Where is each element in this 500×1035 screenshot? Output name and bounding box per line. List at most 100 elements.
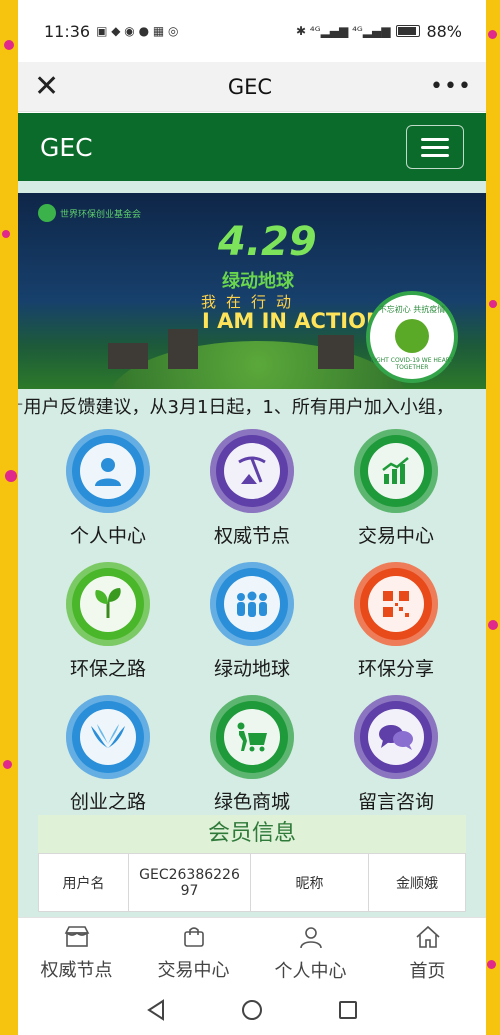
nickname-label: 昵称 [250,853,369,912]
tile-label: 环保分享 [357,658,434,680]
main-content: 世界环保创业基金会 4.29 绿动地球 我在行动 I AM IN ACTION … [18,181,486,917]
tab-label: 交易中心 [157,959,230,981]
username-value: GEC2638622697 [128,853,251,912]
tile-message-consult[interactable]: 留言咨询 [324,695,468,814]
tile-icon-wrap [66,429,150,513]
virus-icon [395,318,429,353]
decor-dot [5,470,17,482]
nickname-value: 金顺娥 [368,853,466,912]
hamburger-icon[interactable] [406,125,464,169]
qrcode-icon [368,576,424,632]
decor-dot [488,620,498,630]
tile-label: 绿色商城 [213,791,290,813]
tile-eco-path[interactable]: 环保之路 [36,562,180,681]
foundation-logo-icon [38,204,56,222]
signal-icon: ✱ ⁴ᴳ▂▄▆ ⁴ᴳ▂▄▆ [296,24,391,38]
tile-label: 个人中心 [69,525,146,547]
user-icon [80,443,136,499]
battery-level: 88% [426,21,462,41]
tile-icon-wrap [66,695,150,779]
tile-label: 权威节点 [213,525,290,547]
tab-label: 首页 [409,960,446,982]
people-icon [224,576,280,632]
leaf-icon [80,576,136,632]
banner-logo-text: 世界环保创业基金会 [60,210,142,220]
home-icon [415,925,441,953]
tile-green-mall[interactable]: 绿色商城 [180,695,324,814]
status-bar: 11:36 ▣ ◆ ◉ ● ▦ ◎ ✱ ⁴ᴳ▂▄▆ ⁴ᴳ▂▄▆ 88% [18,0,486,62]
tile-label: 绿动地球 [213,658,290,680]
member-info-table: 用户名 GEC2638622697 昵称 金顺娥 [38,853,466,912]
tile-authority-node[interactable]: 权威节点 [180,429,324,548]
status-time: 11:36 [44,21,91,41]
tile-icon-wrap [354,562,438,646]
feature-grid: 个人中心 权威节点 交易中心 环保之路 绿动地球 环保分享 创业之路 绿色商城 … [18,427,486,814]
tab-trading-center[interactable]: 交易中心 [135,918,252,989]
earth-graphic [108,341,408,389]
covid-badge: 不忘初心 共抗疫情 FIGHT COVID-19 WE HEART TOGETH… [366,291,458,383]
battery-icon [396,25,421,37]
tile-icon-wrap [354,695,438,779]
status-left: 11:36 ▣ ◆ ◉ ● ▦ ◎ [44,22,179,41]
city-silhouette [108,343,148,369]
tile-startup-path[interactable]: 创业之路 [36,695,180,814]
banner-en-action: I AM IN ACTION [202,309,384,333]
mining-icon [224,443,280,499]
store-icon [64,925,90,952]
decor-dot [4,40,14,50]
banner-date: 4.29 [218,219,317,265]
tab-home[interactable]: 首页 [369,918,486,989]
tile-label: 环保之路 [69,658,146,680]
more-icon[interactable]: ••• [430,74,471,99]
tile-icon-wrap [354,429,438,513]
tile-personal-center[interactable]: 个人中心 [36,429,180,548]
hands-icon [80,709,136,765]
table-row: 用户名 GEC2638622697 昵称 金顺娥 [38,853,466,912]
chart-icon [368,443,424,499]
tile-icon-wrap [66,562,150,646]
member-info-title: 会员信息 [38,815,466,853]
tile-icon-wrap [210,429,294,513]
tile-icon-wrap [210,695,294,779]
tile-icon-wrap [210,562,294,646]
cart-icon [224,709,280,765]
person-icon [299,925,323,953]
home-circle-icon[interactable] [241,999,263,1025]
decor-dot [489,300,497,308]
announcement-ticker[interactable]: ⁻用户反馈建议，从3月1日起，1、所有用户加入小组， [18,389,486,427]
chat-icon [368,709,424,765]
brand-logo[interactable]: GEC [40,133,93,162]
bag-icon [183,926,205,952]
close-icon[interactable]: ✕ [34,71,70,102]
banner-image[interactable]: 世界环保创业基金会 4.29 绿动地球 我在行动 I AM IN ACTION … [18,193,486,389]
decor-dot [487,960,496,969]
member-info-panel: 会员信息 用户名 GEC2638622697 昵称 金顺娥 [38,815,466,917]
tab-label: 个人中心 [274,960,347,982]
recents-icon[interactable] [338,1000,358,1024]
tab-authority-node[interactable]: 权威节点 [18,918,135,989]
back-icon[interactable] [146,999,166,1025]
decor-dot [3,760,12,769]
tile-label: 留言咨询 [357,791,434,813]
tab-personal-center[interactable]: 个人中心 [252,918,369,989]
tile-green-earth[interactable]: 绿动地球 [180,562,324,681]
notification-icons: ▣ ◆ ◉ ● ▦ ◎ [96,24,179,38]
city-silhouette [318,335,354,369]
system-nav-bar [18,989,486,1035]
tile-label: 交易中心 [357,525,434,547]
title-bar: ✕ GEC ••• [18,62,486,112]
status-right: ✱ ⁴ᴳ▂▄▆ ⁴ᴳ▂▄▆ 88% [296,22,462,41]
tab-label: 权威节点 [40,959,113,981]
badge-bottom-text: FIGHT COVID-19 WE HEART TOGETHER [370,356,454,371]
phone-screen: 11:36 ▣ ◆ ◉ ● ▦ ◎ ✱ ⁴ᴳ▂▄▆ ⁴ᴳ▂▄▆ 88% ✕ GE… [18,0,486,1035]
tile-trading-center[interactable]: 交易中心 [324,429,468,548]
decor-dot [488,30,497,39]
site-navbar: GEC [18,113,486,181]
bottom-tab-bar: 权威节点 交易中心 个人中心 首页 [18,917,486,989]
city-silhouette [168,329,198,369]
username-label: 用户名 [38,853,129,912]
decor-dot [2,230,10,238]
banner-date-sub: 绿动地球 [222,271,294,292]
tile-eco-share[interactable]: 环保分享 [324,562,468,681]
page-title: GEC [227,74,273,99]
